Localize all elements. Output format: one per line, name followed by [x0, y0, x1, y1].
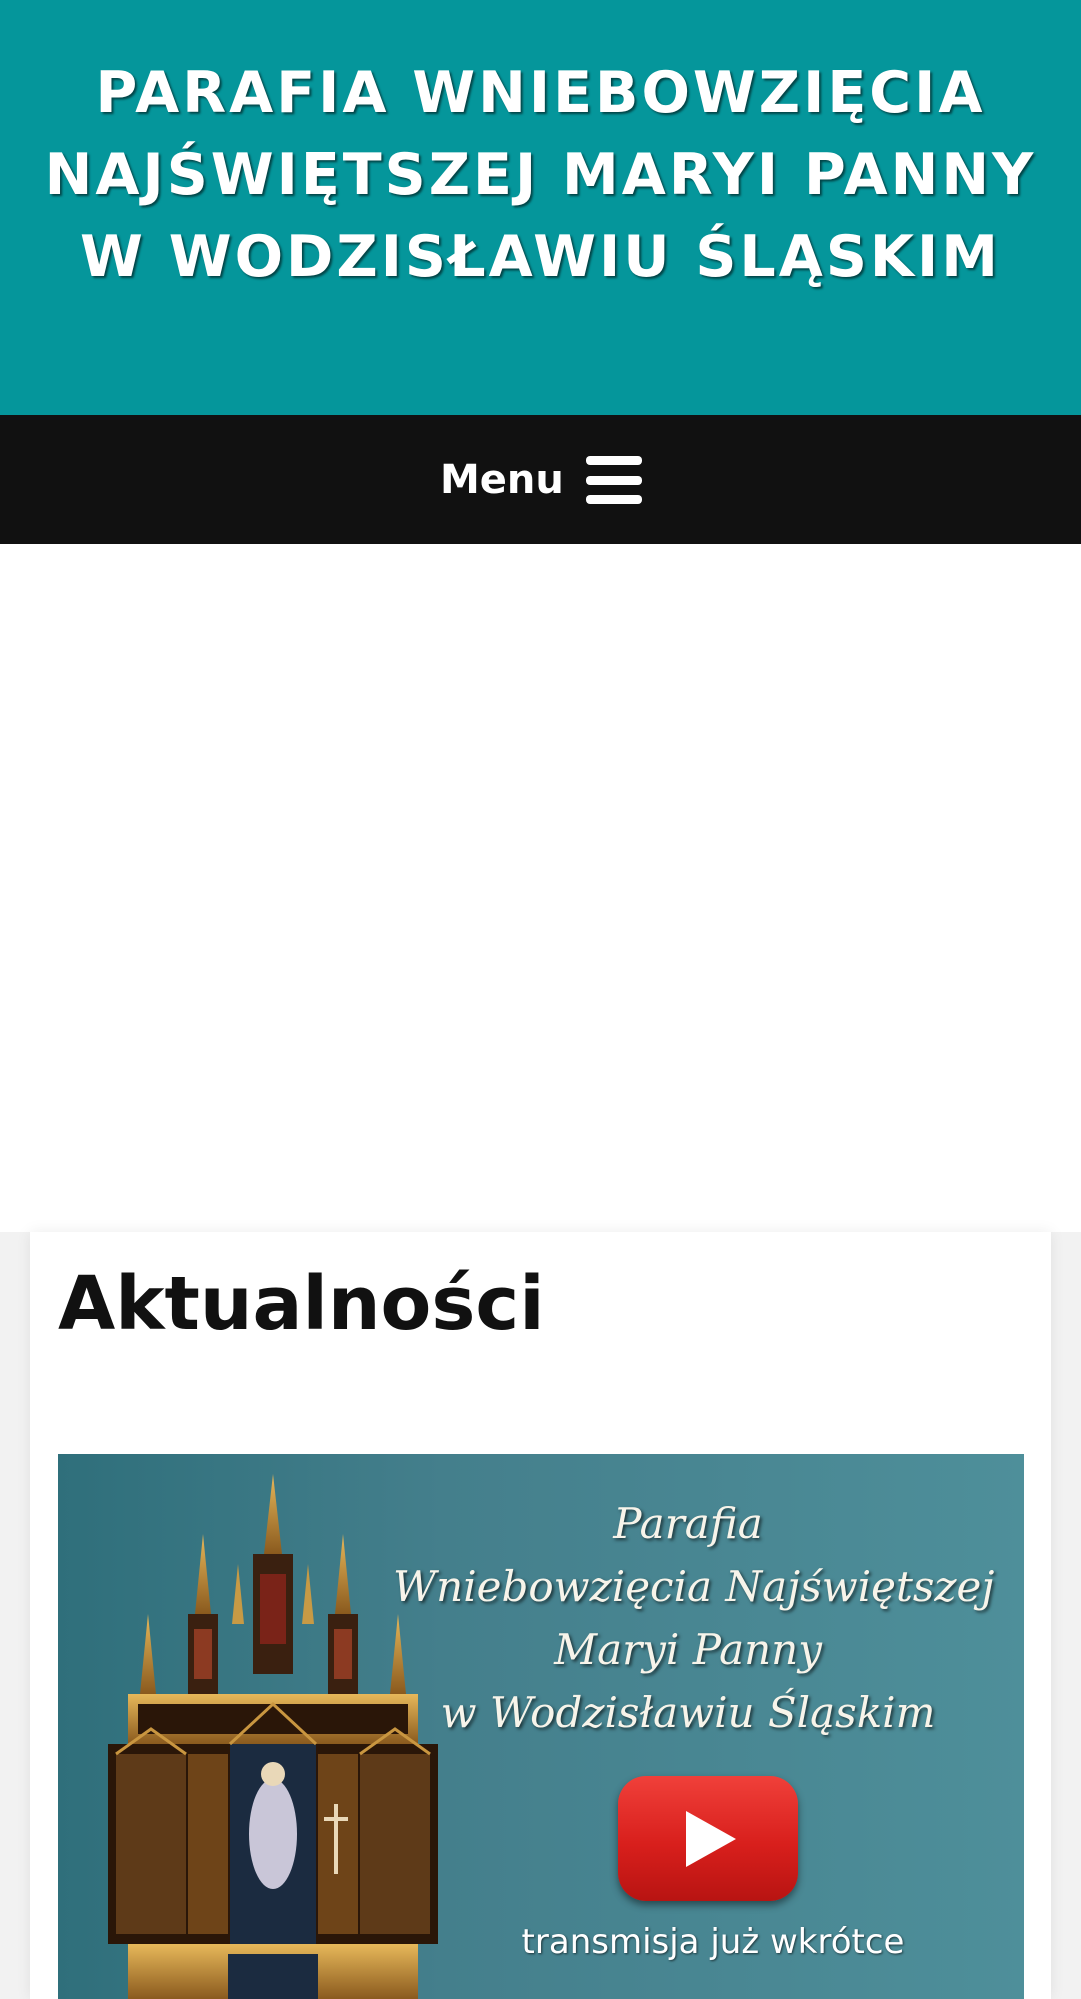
banner-line-4: w Wodzisławiu Śląskim [440, 1688, 936, 1737]
banner-text: Parafia Wniebowzięcia Najświętszej Maryi… [393, 1492, 995, 1744]
banner-line-3: Maryi Panny [554, 1625, 822, 1674]
news-section: Aktualności Parafia Wniebowzięcia Najświ… [30, 1232, 1051, 1999]
empty-content-area [0, 544, 1081, 1232]
banner-line-1: Parafia [613, 1499, 763, 1548]
menu-label: Menu [440, 457, 564, 503]
site-title-link[interactable]: PARAFIA WNIEBOWZIĘCIA NAJŚWIĘTSZEJ MARYI… [0, 52, 1081, 298]
banner-line-2: Wniebowzięcia Najświętszej [393, 1562, 995, 1611]
youtube-play-icon[interactable] [618, 1776, 798, 1901]
site-title-line-1: PARAFIA WNIEBOWZIĘCIA [95, 60, 986, 126]
banner-caption: transmisja już wkrótce [521, 1922, 905, 1962]
site-title-line-3: W WODZISŁAWIU ŚLĄSKIM [80, 224, 1001, 290]
site-title[interactable]: PARAFIA WNIEBOWZIĘCIA NAJŚWIĘTSZEJ MARYI… [0, 52, 1081, 298]
livestream-banner[interactable]: Parafia Wniebowzięcia Najświętszej Maryi… [58, 1454, 1024, 1999]
section-title: Aktualności [58, 1261, 545, 1347]
play-triangle-icon [686, 1811, 736, 1867]
site-header: PARAFIA WNIEBOWZIĘCIA NAJŚWIĘTSZEJ MARYI… [0, 0, 1081, 415]
menu-toggle-button[interactable]: Menu [440, 445, 642, 515]
hamburger-icon[interactable] [585, 456, 642, 504]
site-title-line-2: NAJŚWIĘTSZEJ MARYI PANNY [44, 142, 1037, 208]
main-navigation: Menu [0, 415, 1081, 544]
